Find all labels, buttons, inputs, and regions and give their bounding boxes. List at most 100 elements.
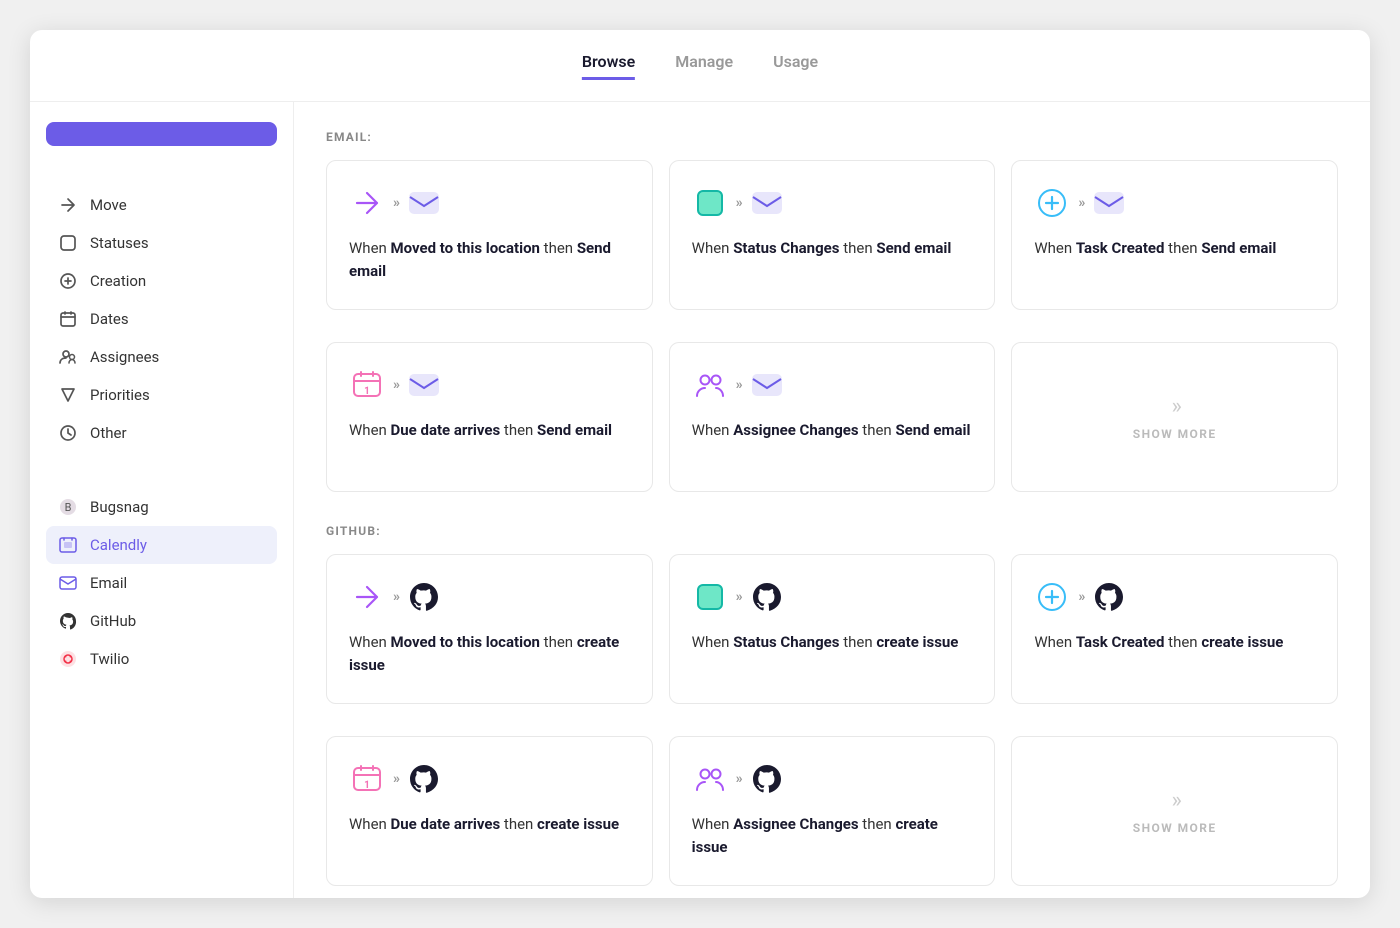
sidebar-item-label: Statuses bbox=[90, 234, 149, 252]
section-label: GITHUB: bbox=[326, 524, 1338, 538]
action-icon bbox=[406, 185, 442, 221]
flow-arrows-icon: » bbox=[736, 377, 741, 393]
action-icon bbox=[749, 761, 785, 797]
sidebar-item-assignees[interactable]: Assignees bbox=[46, 338, 277, 376]
svg-text:B: B bbox=[65, 501, 72, 514]
card-icons: » bbox=[692, 367, 973, 403]
trigger-icon bbox=[1034, 579, 1070, 615]
sidebar-item-priorities[interactable]: Priorities bbox=[46, 376, 277, 414]
action-icon bbox=[749, 185, 785, 221]
github-icon bbox=[58, 611, 78, 631]
show-more-label: SHOW MORE bbox=[1133, 821, 1217, 835]
twilio-icon bbox=[58, 649, 78, 669]
section-github: GITHUB: » When Moved to this location th… bbox=[326, 524, 1338, 886]
automation-card[interactable]: » When Status Changes then create issue bbox=[669, 554, 996, 704]
automation-card[interactable]: » When Assignee Changes then Send email bbox=[669, 342, 996, 492]
sidebar-item-label: Priorities bbox=[90, 386, 150, 404]
show-more-card[interactable]: » SHOW MORE bbox=[1011, 736, 1338, 886]
sidebar-item-label: Move bbox=[90, 196, 127, 214]
header: Browse Manage Usage bbox=[30, 30, 1370, 102]
body-layout: Move Statuses Creation Dates Assignees P… bbox=[30, 102, 1370, 898]
card-description: When Task Created then Send email bbox=[1034, 237, 1315, 260]
card-icons: » bbox=[1034, 579, 1315, 615]
card-description: When Moved to this location then create … bbox=[349, 631, 630, 676]
sidebar-item-label: Creation bbox=[90, 272, 146, 290]
trigger-icon bbox=[1034, 185, 1070, 221]
flow-arrows-icon: » bbox=[736, 589, 741, 605]
flow-arrows-icon: » bbox=[1078, 195, 1083, 211]
priorities-icon bbox=[58, 385, 78, 405]
card-description: When Due date arrives then create issue bbox=[349, 813, 630, 836]
sidebar-item-statuses[interactable]: Statuses bbox=[46, 224, 277, 262]
sidebar-item-calendly[interactable]: Calendly bbox=[46, 526, 277, 564]
card-icons: » bbox=[349, 579, 630, 615]
show-more-label: SHOW MORE bbox=[1133, 427, 1217, 441]
trigger-icon: 1 bbox=[349, 367, 385, 403]
move-icon bbox=[58, 195, 78, 215]
sidebar-item-label: Dates bbox=[90, 310, 129, 328]
card-icons: 1 » bbox=[349, 761, 630, 797]
sidebar-item-email[interactable]: Email bbox=[46, 564, 277, 602]
sidebar-item-label: Assignees bbox=[90, 348, 159, 366]
trigger-icon: 1 bbox=[349, 761, 385, 797]
automation-card[interactable]: » When Moved to this location then creat… bbox=[326, 554, 653, 704]
action-icon bbox=[749, 579, 785, 615]
sidebar: Move Statuses Creation Dates Assignees P… bbox=[30, 102, 294, 898]
automation-card[interactable]: » When Task Created then create issue bbox=[1011, 554, 1338, 704]
automation-card[interactable]: » When Task Created then Send email bbox=[1011, 160, 1338, 310]
action-icon bbox=[1091, 185, 1127, 221]
sidebar-item-creation[interactable]: Creation bbox=[46, 262, 277, 300]
cards-grid: 1 » When Due date arrives then create is… bbox=[326, 736, 1338, 886]
sidebar-item-other[interactable]: Other bbox=[46, 414, 277, 452]
section-email: EMAIL: » When Moved to this location the… bbox=[326, 130, 1338, 492]
section-label: EMAIL: bbox=[326, 130, 1338, 144]
svg-text:1: 1 bbox=[364, 780, 370, 791]
automation-card[interactable]: » When Moved to this location then Send … bbox=[326, 160, 653, 310]
action-icon bbox=[1091, 579, 1127, 615]
automation-card[interactable]: » When Assignee Changes then create issu… bbox=[669, 736, 996, 886]
card-icons: » bbox=[692, 579, 973, 615]
sidebar-item-label: Email bbox=[90, 574, 127, 592]
action-icon bbox=[749, 367, 785, 403]
custom-automation-button[interactable] bbox=[46, 122, 277, 146]
assignees-icon bbox=[58, 347, 78, 367]
sidebar-item-move[interactable]: Move bbox=[46, 186, 277, 224]
tab-usage[interactable]: Usage bbox=[773, 52, 818, 80]
card-icons: 1 » bbox=[349, 367, 630, 403]
action-icon bbox=[406, 367, 442, 403]
trigger-icon bbox=[692, 579, 728, 615]
app-window: Browse Manage Usage Move Statuses Creation… bbox=[30, 30, 1370, 898]
card-description: When Status Changes then Send email bbox=[692, 237, 973, 260]
card-description: When Assignee Changes then Send email bbox=[692, 419, 973, 442]
cards-grid: » When Moved to this location then Send … bbox=[326, 160, 1338, 310]
card-description: When Status Changes then create issue bbox=[692, 631, 973, 654]
sidebar-item-label: Other bbox=[90, 424, 127, 442]
sidebar-item-label: GitHub bbox=[90, 612, 136, 630]
card-icons: » bbox=[349, 185, 630, 221]
sidebar-item-github[interactable]: GitHub bbox=[46, 602, 277, 640]
flow-arrows-icon: » bbox=[393, 377, 398, 393]
flow-arrows-icon: » bbox=[1078, 589, 1083, 605]
card-icons: » bbox=[692, 185, 973, 221]
trigger-icon bbox=[692, 185, 728, 221]
show-more-card[interactable]: » SHOW MORE bbox=[1011, 342, 1338, 492]
sidebar-item-twilio[interactable]: Twilio bbox=[46, 640, 277, 678]
card-icons: » bbox=[692, 761, 973, 797]
other-icon bbox=[58, 423, 78, 443]
sidebar-item-bugsnag[interactable]: B Bugsnag bbox=[46, 488, 277, 526]
show-more-arrows-icon: » bbox=[1172, 788, 1178, 813]
automation-card[interactable]: 1 » When Due date arrives then create is… bbox=[326, 736, 653, 886]
tab-browse[interactable]: Browse bbox=[582, 52, 635, 80]
svg-text:1: 1 bbox=[364, 386, 370, 397]
flow-arrows-icon: » bbox=[393, 195, 398, 211]
creation-icon bbox=[58, 271, 78, 291]
statuses-icon bbox=[58, 233, 78, 253]
categories-label bbox=[46, 168, 277, 180]
automation-card[interactable]: 1 » When Due date arrives then Send emai… bbox=[326, 342, 653, 492]
tab-manage[interactable]: Manage bbox=[675, 52, 733, 80]
action-icon bbox=[406, 761, 442, 797]
trigger-icon bbox=[692, 367, 728, 403]
card-description: When Assignee Changes then create issue bbox=[692, 813, 973, 858]
automation-card[interactable]: » When Status Changes then Send email bbox=[669, 160, 996, 310]
sidebar-item-dates[interactable]: Dates bbox=[46, 300, 277, 338]
